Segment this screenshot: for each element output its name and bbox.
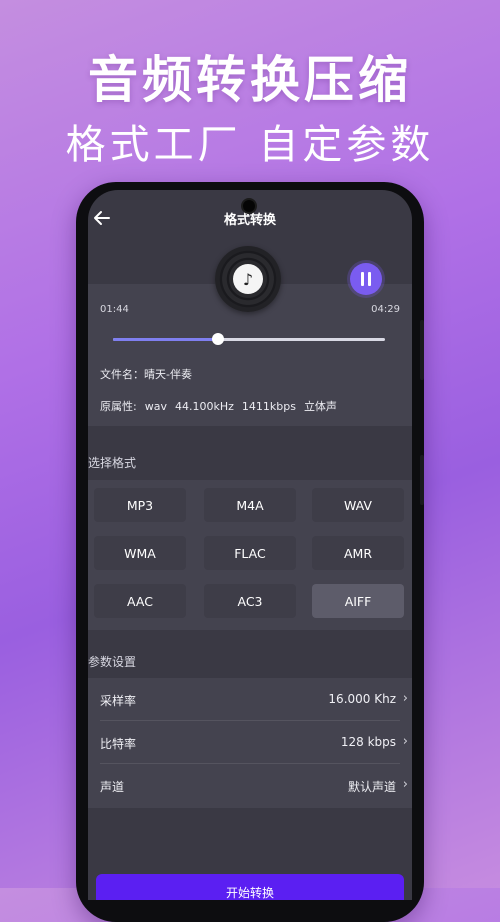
param-label: 比特率 <box>100 737 137 751</box>
param-value: 16.000 Khz <box>328 692 396 706</box>
param-row-bitrate[interactable]: 比特率 128 kbps › <box>88 721 412 764</box>
pause-icon <box>361 272 364 286</box>
params-section-label: 参数设置 <box>88 655 137 669</box>
chevron-right-icon: › <box>402 691 408 706</box>
total-time: 04:29 <box>371 304 400 315</box>
format-wma[interactable]: WMA <box>94 536 186 570</box>
attr-bitrate: 1411kbps <box>241 400 296 413</box>
music-note-icon: ♪ <box>233 264 263 294</box>
format-section-label: 选择格式 <box>88 456 137 470</box>
format-ac3[interactable]: AC3 <box>204 584 296 618</box>
phone-side-button <box>420 320 424 380</box>
chevron-right-icon: › <box>402 734 408 749</box>
attr-channel: 立体声 <box>303 400 337 413</box>
front-camera <box>241 198 257 214</box>
app-screen: 格式转换 文件名：晴天-伴奏 原属性: wav 44.100kHz 1411kbps 立… <box>88 190 412 900</box>
start-convert-button[interactable]: 开始转换 <box>96 874 404 900</box>
hero-subtitle: 格式工厂 自定参数 <box>65 122 435 168</box>
param-row-channel[interactable]: 声道 默认声道 › <box>88 764 412 807</box>
param-label: 声道 <box>100 780 125 794</box>
format-mp3[interactable]: MP3 <box>94 488 186 522</box>
param-row-sample-rate[interactable]: 采样率 16.000 Khz › <box>88 678 412 721</box>
format-wav[interactable]: WAV <box>312 488 404 522</box>
attr-label: 原属性: <box>100 400 137 413</box>
attr-sample-rate: 44.100kHz <box>174 400 234 413</box>
hero-title: 音频转换压缩 <box>88 51 412 109</box>
progress-fill <box>113 338 219 341</box>
param-value: 128 kbps <box>340 735 396 749</box>
attr-format: wav <box>144 400 167 413</box>
params-list: 采样率 16.000 Khz › 比特率 128 kbps › 声道 默认声道 … <box>88 678 412 808</box>
format-grid: MP3 M4A WAV WMA FLAC AMR AAC AC3 AIFF <box>88 480 412 630</box>
chevron-right-icon: › <box>402 777 408 792</box>
format-amr[interactable]: AMR <box>312 536 404 570</box>
pause-icon-bar <box>368 272 371 286</box>
format-flac[interactable]: FLAC <box>204 536 296 570</box>
phone-side-button <box>420 455 424 505</box>
param-value: 默认声道 <box>347 780 396 794</box>
format-m4a[interactable]: M4A <box>204 488 296 522</box>
format-aiff[interactable]: AIFF <box>312 584 404 618</box>
pause-button[interactable] <box>350 263 382 295</box>
format-aac[interactable]: AAC <box>94 584 186 618</box>
original-attributes: 原属性: wav 44.100kHz 1411kbps 立体声 <box>100 398 345 414</box>
progress-slider[interactable] <box>113 338 385 341</box>
current-time: 01:44 <box>100 304 129 315</box>
param-label: 采样率 <box>100 694 137 708</box>
file-name: 文件名：晴天-伴奏 <box>100 368 192 381</box>
